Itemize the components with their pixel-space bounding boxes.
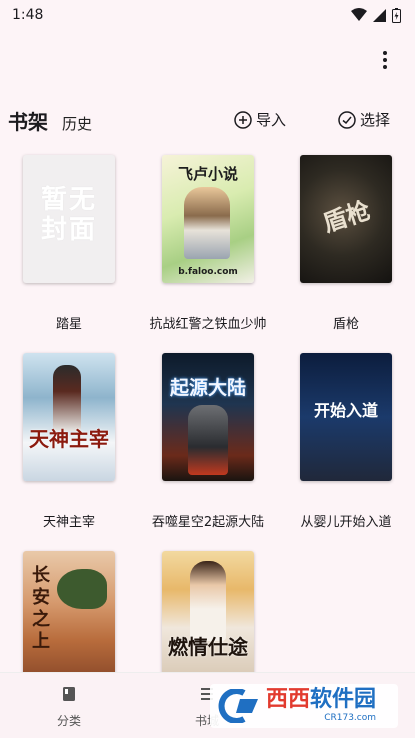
- book-cover: 盾枪: [300, 155, 392, 283]
- cover-text: 飞卢小说: [177, 165, 238, 183]
- cover-art: [53, 365, 81, 431]
- watermark-domain: CR173.com: [324, 713, 377, 723]
- book-icon: [63, 687, 75, 701]
- import-button[interactable]: 导入: [234, 109, 286, 130]
- book-item[interactable]: 长安之上: [3, 551, 135, 679]
- status-bar: 1:48: [0, 0, 415, 30]
- watermark-logo-icon: [218, 689, 258, 723]
- select-label: 选择: [360, 111, 391, 129]
- cover-art: [57, 569, 107, 609]
- watermark-text-b: 软件园: [310, 687, 377, 712]
- cover-text: 长安之上: [32, 565, 50, 652]
- book-title: 从婴儿开始入道: [300, 515, 392, 530]
- cover-art: [188, 405, 228, 475]
- book-cover: 燃情仕途: [162, 551, 254, 679]
- cover-subtext: b.faloo.com: [178, 267, 238, 277]
- book-cover: 暂无封面: [23, 155, 115, 283]
- cover-text: 盾枪: [319, 196, 374, 238]
- book-title: 盾枪: [332, 317, 359, 332]
- book-item[interactable]: 暂无封面 踏星: [3, 155, 135, 332]
- book-title: 踏星: [55, 317, 82, 332]
- cover-text: 天神主宰: [29, 427, 109, 451]
- watermark: 西西软件园 CR173.com: [210, 684, 398, 728]
- import-label: 导入: [256, 111, 287, 129]
- tab-bookshelf[interactable]: 书架: [8, 106, 48, 135]
- book-title: 天神主宰: [42, 515, 95, 530]
- book-cover: 飞卢小说 b.faloo.com: [162, 155, 254, 283]
- tab-history[interactable]: 历史: [62, 113, 92, 134]
- wifi-icon: [351, 8, 367, 21]
- book-item[interactable]: 开始入道 从婴儿开始入道: [280, 353, 412, 530]
- cover-text: 起源大陆: [169, 377, 246, 399]
- book-item[interactable]: 飞卢小说 b.faloo.com 抗战红警之铁血少帅: [142, 155, 274, 332]
- nav-item-category[interactable]: 分类: [34, 685, 104, 729]
- status-time: 1:48: [12, 7, 44, 23]
- cellular-signal-icon: [373, 8, 386, 22]
- top-app-bar: [0, 40, 415, 80]
- cover-art: [184, 187, 230, 259]
- more-options-icon[interactable]: [373, 48, 397, 72]
- cover-text: 开始入道: [313, 401, 378, 420]
- book-item[interactable]: 盾枪 盾枪: [280, 155, 412, 332]
- cover-text: 燃情仕途: [168, 635, 248, 659]
- book-item[interactable]: 天神主宰 天神主宰: [3, 353, 135, 530]
- select-button[interactable]: 选择: [338, 109, 390, 130]
- battery-icon: [392, 7, 401, 23]
- cover-art: [190, 561, 226, 641]
- book-cover: 起源大陆: [162, 353, 254, 481]
- book-item[interactable]: 起源大陆 吞噬星空2起源大陆: [142, 353, 274, 530]
- nav-label: 分类: [56, 714, 81, 728]
- book-title: 抗战红警之铁血少帅: [149, 317, 267, 332]
- book-cover: 天神主宰: [23, 353, 115, 481]
- cover-text: 暂无封面: [40, 185, 97, 245]
- book-cover: 长安之上: [23, 551, 115, 679]
- book-cover: 开始入道: [300, 353, 392, 481]
- book-item[interactable]: 燃情仕途: [142, 551, 274, 679]
- watermark-text-a: 西西: [266, 687, 311, 712]
- shelf-tabs: 书架 历史: [8, 106, 92, 135]
- check-circle-icon: [338, 110, 356, 129]
- add-circle-icon: [234, 110, 252, 129]
- status-icons: [351, 7, 401, 23]
- book-title: 吞噬星空2起源大陆: [151, 515, 265, 530]
